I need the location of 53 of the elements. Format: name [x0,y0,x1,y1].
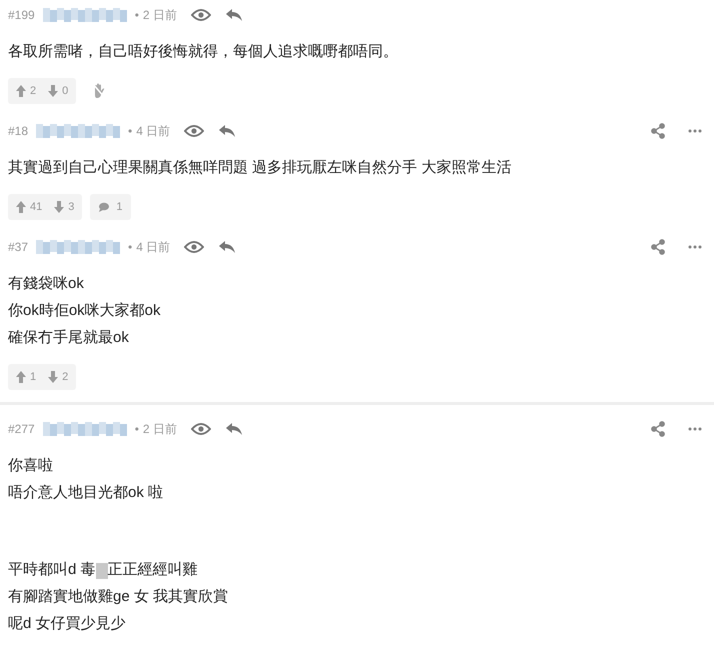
reply-icon[interactable] [224,8,243,22]
chat-icon [98,202,110,212]
comment-text: 你ok時佢ok咪大家都ok [8,301,161,322]
eye-icon[interactable] [184,124,204,138]
reply-icon[interactable] [218,240,236,254]
comment-text: 呢d 女仔買少見少 [8,614,126,634]
post-number: #277 [8,421,35,438]
more-icon[interactable] [688,427,702,431]
comment-text: 有錢袋咪ok [8,274,84,294]
downvote-icon [54,201,64,213]
share-icon[interactable] [650,239,666,255]
comment-text: 平時都叫d 毒 [8,560,96,580]
share-icon[interactable] [650,421,666,437]
reply-icon[interactable] [224,422,243,436]
censored-mark [96,562,108,578]
comment-text: 有腳踏實地做雞ge 女 我其實欣賞 [8,587,228,608]
downvote-count[interactable]: 3 [68,198,74,216]
reply-icon[interactable] [218,124,236,138]
eye-icon[interactable] [184,240,204,254]
comment-button[interactable]: 1 [90,194,130,220]
post-number: #199 [8,7,35,24]
hand-icon[interactable] [92,83,106,99]
comment-text: 唔介意人地目光都ok 啦 [8,483,164,504]
comment-text: 其實過到自己心理果關真係無咩問題 過多排玩厭左咪自然分手 大家照常生活 [8,158,512,178]
post-time[interactable]: 2 日前 [142,6,177,24]
upvote-count[interactable]: 41 [30,198,42,216]
more-icon[interactable] [688,245,702,249]
post-time[interactable]: 4 日前 [136,238,170,256]
comment-text: 正正經經叫雞 [108,560,198,580]
comment-text: 你喜啦 [8,456,53,476]
separator-dot: • [128,123,132,140]
more-icon[interactable] [688,129,702,133]
post-number: #37 [8,239,28,256]
post-time[interactable]: 2 日前 [142,420,177,438]
upvote-icon [16,85,26,97]
downvote-count[interactable]: 0 [62,82,68,100]
upvote-count[interactable]: 2 [30,82,36,100]
share-icon[interactable] [650,123,666,139]
separator-dot: • [134,421,139,438]
downvote-count[interactable]: 2 [62,368,68,386]
downvote-icon [48,85,58,97]
eye-icon[interactable] [190,422,211,436]
upvote-icon [16,371,26,383]
separator-dot: • [134,7,139,24]
comment-text: 各取所需啫，自己唔好後悔就得，每個人追求嘅嘢都唔同。 [8,42,398,62]
comment-text: 確保冇手尾就最ok [8,328,129,348]
post-time[interactable]: 4 日前 [136,122,170,140]
separator-dot: • [128,239,132,256]
eye-icon[interactable] [190,8,211,22]
upvote-icon [16,201,26,213]
upvote-count[interactable]: 1 [30,368,36,386]
downvote-icon [48,371,58,383]
post-number: #18 [8,123,28,140]
